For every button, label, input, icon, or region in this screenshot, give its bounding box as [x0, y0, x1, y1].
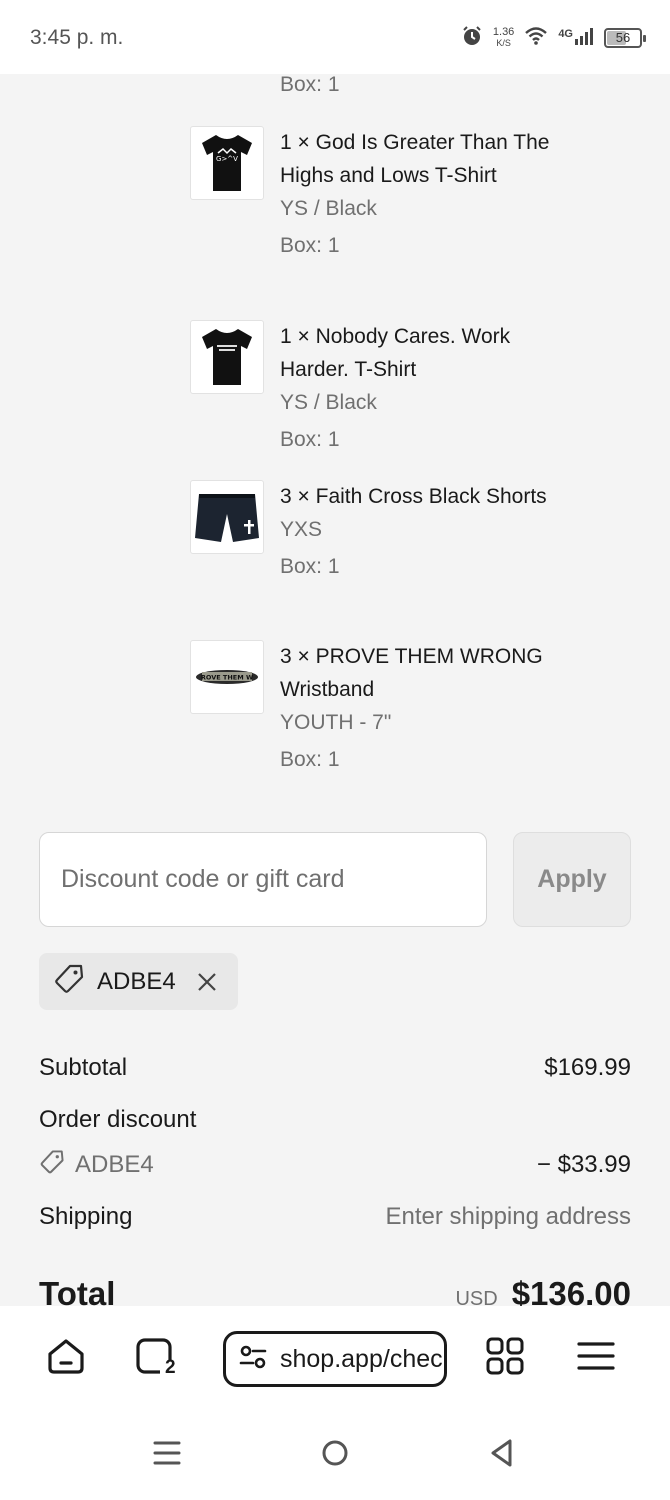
item-variant: YS / Black — [280, 391, 377, 414]
tshirt-icon: G>^V — [190, 126, 264, 200]
system-navigation-bar — [0, 1410, 670, 1500]
svg-text:G>^V: G>^V — [216, 155, 238, 163]
item-variant: YXS — [280, 518, 323, 541]
item-box: Box: 1 — [280, 234, 340, 257]
browser-toolbar: 2 shop.app/checkout — [0, 1306, 670, 1410]
discount-detail-row: ADBE4 − $33.99 — [39, 1147, 631, 1183]
item-title: 3 × Faith Cross Black Shorts — [280, 485, 547, 508]
order-discount-label: Order discount — [39, 1106, 197, 1133]
shipping-label: Shipping — [39, 1203, 133, 1230]
home-icon[interactable] — [46, 1336, 86, 1376]
network-speed-value: 1.36 — [492, 26, 515, 38]
applied-discount-code: ADBE4 — [97, 967, 176, 995]
url-bar[interactable]: shop.app/checkout — [223, 1331, 447, 1387]
network-speed-unit: K/S — [496, 38, 511, 48]
discount-code-input[interactable]: Discount code or gift card — [39, 832, 487, 927]
subtotal-value: $169.99 — [544, 1054, 631, 1081]
item-variant: YOUTH - 7" — [280, 711, 392, 734]
battery-icon: 56 — [604, 28, 646, 48]
wristband-icon: ROVE THEM W — [190, 640, 264, 714]
status-icons: 1.36 K/S 4G 56 — [461, 22, 646, 54]
apply-button[interactable]: Apply — [513, 832, 631, 927]
discount-code: ADBE4 — [75, 1151, 154, 1178]
status-bar: 3:45 p. m. 1.36 K/S 4G 56 — [0, 0, 670, 74]
status-time: 3:45 p. m. — [30, 26, 124, 49]
site-settings-icon[interactable] — [238, 1342, 268, 1377]
alarm-icon — [461, 25, 483, 52]
item-title: 1 × God Is Greater Than The Highs and Lo… — [280, 131, 550, 187]
network-speed: 1.36 K/S — [493, 27, 514, 49]
previous-item-box: Box: 1 — [280, 73, 340, 96]
subtotal-label: Subtotal — [39, 1054, 128, 1081]
network-type: 4G — [558, 27, 573, 40]
item-title: 3 × PROVE THEM WRONG Wristband — [280, 645, 543, 701]
item-box: Box: 1 — [280, 428, 340, 451]
signal-icon — [574, 26, 594, 51]
tag-icon — [39, 1149, 65, 1182]
shipping-row: Shipping Enter shipping address — [39, 1199, 631, 1235]
tab-count: 2 — [165, 1357, 176, 1378]
shipping-value: Enter shipping address — [385, 1203, 631, 1230]
item-box: Box: 1 — [280, 555, 340, 578]
battery-level: 56 — [615, 30, 631, 45]
item-variant: YS / Black — [280, 197, 377, 220]
order-discount-row: Order discount — [39, 1102, 631, 1138]
discount-code-line: ADBE4 — [39, 1149, 154, 1182]
recent-apps-icon[interactable] — [152, 1438, 182, 1468]
item-box: Box: 1 — [280, 748, 340, 771]
url-text: shop.app/checkout — [280, 1344, 444, 1373]
remove-discount-icon[interactable] — [196, 971, 218, 993]
svg-text:ROVE THEM W: ROVE THEM W — [201, 674, 253, 682]
item-title: 1 × Nobody Cares. Work Harder. T-Shirt — [280, 325, 511, 381]
tshirt-icon — [190, 320, 264, 394]
subtotal-row: Subtotal $169.99 — [39, 1050, 631, 1086]
applied-discount-chip: ADBE4 — [39, 953, 238, 1010]
discount-value: − $33.99 — [536, 1151, 631, 1178]
shorts-icon — [190, 480, 264, 554]
menu-icon[interactable] — [576, 1336, 616, 1376]
back-icon[interactable] — [488, 1438, 518, 1468]
tabs-icon[interactable]: 2 — [134, 1336, 180, 1378]
tag-icon — [53, 963, 85, 1000]
home-button-icon[interactable] — [320, 1438, 350, 1468]
wifi-icon — [524, 26, 548, 51]
apps-grid-icon[interactable] — [485, 1336, 525, 1376]
